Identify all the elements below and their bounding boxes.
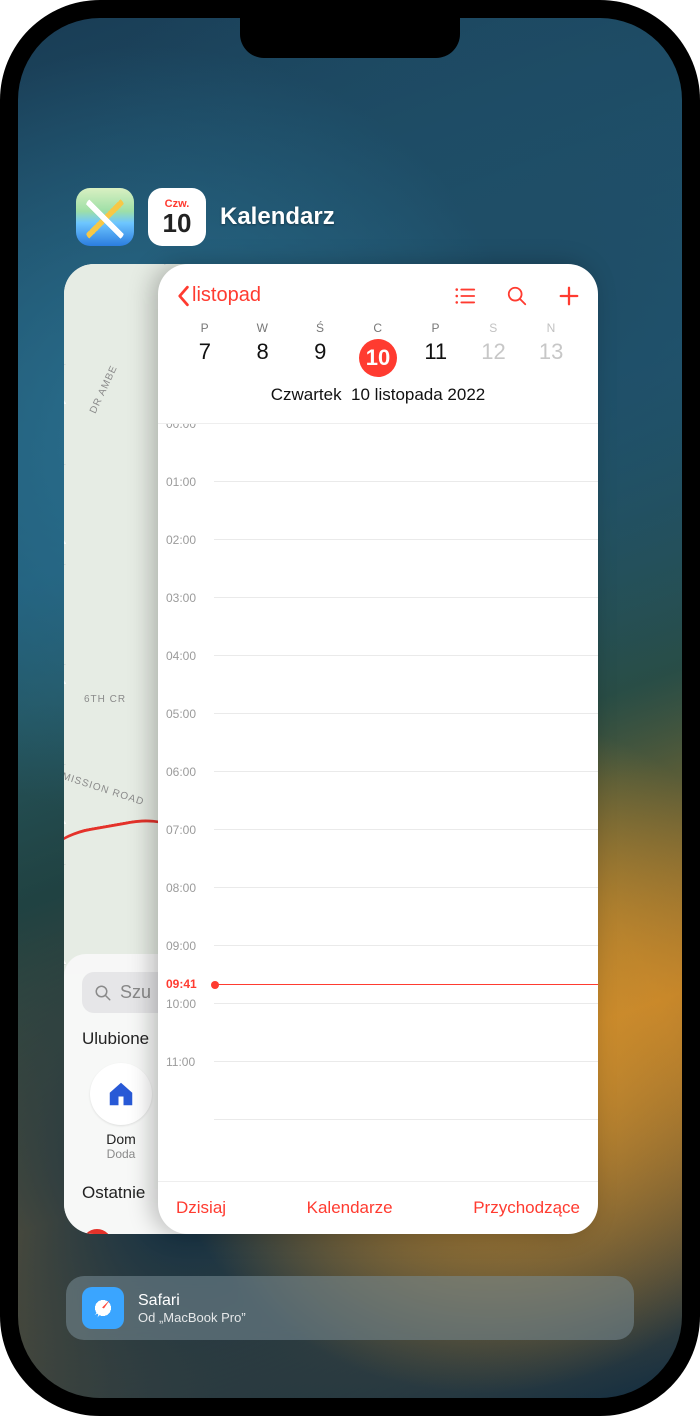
hour-label: 08:00	[166, 881, 196, 895]
weekday-label: N	[522, 321, 580, 335]
inbox-button[interactable]: Przychodzące	[473, 1198, 580, 1218]
search-icon	[94, 984, 112, 1002]
add-event-button[interactable]	[558, 285, 580, 307]
hour-label: 07:00	[166, 823, 196, 837]
hour-slot[interactable]: 05:00	[214, 714, 598, 772]
date-cell[interactable]: 9	[291, 339, 349, 377]
day-timeline[interactable]: 00:0001:0002:0003:0004:0005:0006:0007:00…	[158, 423, 598, 1181]
hour-slot[interactable]: 03:00	[214, 598, 598, 656]
hour-slot[interactable]: 02:00	[214, 540, 598, 598]
date-row: 78910111213	[176, 339, 580, 377]
hour-label: 03:00	[166, 591, 196, 605]
back-to-month-button[interactable]: listopad	[176, 284, 261, 307]
maps-home-sublabel: Doda	[107, 1147, 136, 1161]
map-road-label: DR AMBE	[88, 364, 120, 416]
search-icon	[506, 285, 528, 307]
hour-label: 00:00	[166, 423, 196, 431]
hour-label: 11:00	[166, 1055, 195, 1069]
maps-search-placeholder: Szu	[120, 982, 151, 1003]
weekday-label: C	[349, 321, 407, 335]
iphone-frame: Czw. 10 Kalendarz DR AMBE MISSION ROAD 6…	[0, 0, 700, 1416]
weekday-label: P	[176, 321, 234, 335]
hour-slot[interactable]: 04:00	[214, 656, 598, 714]
list-view-button[interactable]	[454, 285, 476, 307]
map-pin-icon	[76, 1223, 118, 1234]
hour-slot[interactable]: 06:00	[214, 772, 598, 830]
weekday-label: P	[407, 321, 465, 335]
map-road-label: MISSION ROAD	[64, 771, 146, 808]
hour-slot[interactable]: 11:00	[214, 1062, 598, 1120]
back-label: listopad	[192, 284, 261, 307]
hour-label: 10:00	[166, 997, 196, 1011]
notch	[240, 18, 460, 58]
hour-label: 06:00	[166, 765, 196, 779]
date-cell[interactable]: 8	[234, 339, 292, 377]
plus-icon	[558, 285, 580, 307]
hour-slot[interactable]: 07:00	[214, 830, 598, 888]
handoff-banner[interactable]: Safari Od „MacBook Pro”	[66, 1276, 634, 1340]
hour-label: 04:00	[166, 649, 196, 663]
weekday-label: Ś	[291, 321, 349, 335]
selected-weekday: Czwartek	[271, 385, 342, 404]
app-card-calendar[interactable]: listopad PWŚCPSN 7	[158, 264, 598, 1234]
date-cell[interactable]: 7	[176, 339, 234, 377]
chevron-left-icon	[176, 285, 190, 307]
hour-label: 05:00	[166, 707, 196, 721]
hour-slot[interactable]: 00:00	[214, 424, 598, 482]
home-icon	[90, 1063, 152, 1125]
handoff-title: Safari	[138, 1292, 246, 1310]
maps-home-label: Dom	[106, 1131, 136, 1147]
maps-favorite-home[interactable]: Dom Doda	[82, 1063, 160, 1161]
search-button[interactable]	[506, 285, 528, 307]
hour-slot[interactable]: 09:00	[214, 946, 598, 1004]
calendar-app-icon[interactable]: Czw. 10	[148, 188, 206, 246]
calendars-button[interactable]: Kalendarze	[307, 1198, 393, 1218]
app-switcher-header: Czw. 10 Kalendarz	[76, 188, 335, 246]
date-cell[interactable]: 12	[465, 339, 523, 377]
list-icon	[454, 285, 476, 307]
hour-label: 02:00	[166, 533, 196, 547]
weekday-label: W	[234, 321, 292, 335]
hour-label: 01:00	[166, 475, 196, 489]
hour-label: 09:00	[166, 939, 196, 953]
selected-date-subtitle: Czwartek 10 listopada 2022	[176, 385, 580, 405]
hour-slot[interactable]: 10:00	[214, 1004, 598, 1062]
calendar-icon-day: 10	[163, 210, 192, 236]
maps-app-icon[interactable]	[76, 188, 134, 246]
date-cell[interactable]: 10	[349, 339, 407, 377]
selected-date: 10 listopada 2022	[351, 385, 485, 404]
safari-icon	[82, 1287, 124, 1329]
calendar-toolbar: Dzisiaj Kalendarze Przychodzące	[158, 1181, 598, 1234]
hour-slot[interactable]: 01:00	[214, 482, 598, 540]
hour-slot[interactable]: 08:00	[214, 888, 598, 946]
weekday-label: S	[465, 321, 523, 335]
screen: Czw. 10 Kalendarz DR AMBE MISSION ROAD 6…	[18, 18, 682, 1398]
current-time-label: 09:41	[166, 977, 197, 991]
weekday-row: PWŚCPSN	[176, 321, 580, 335]
map-road-label: 6TH CR	[84, 694, 126, 705]
today-button[interactable]: Dzisiaj	[176, 1198, 226, 1218]
handoff-subtitle: Od „MacBook Pro”	[138, 1310, 246, 1325]
current-time-line	[214, 984, 598, 985]
front-app-label: Kalendarz	[220, 203, 335, 231]
date-cell[interactable]: 11	[407, 339, 465, 377]
date-cell[interactable]: 13	[522, 339, 580, 377]
